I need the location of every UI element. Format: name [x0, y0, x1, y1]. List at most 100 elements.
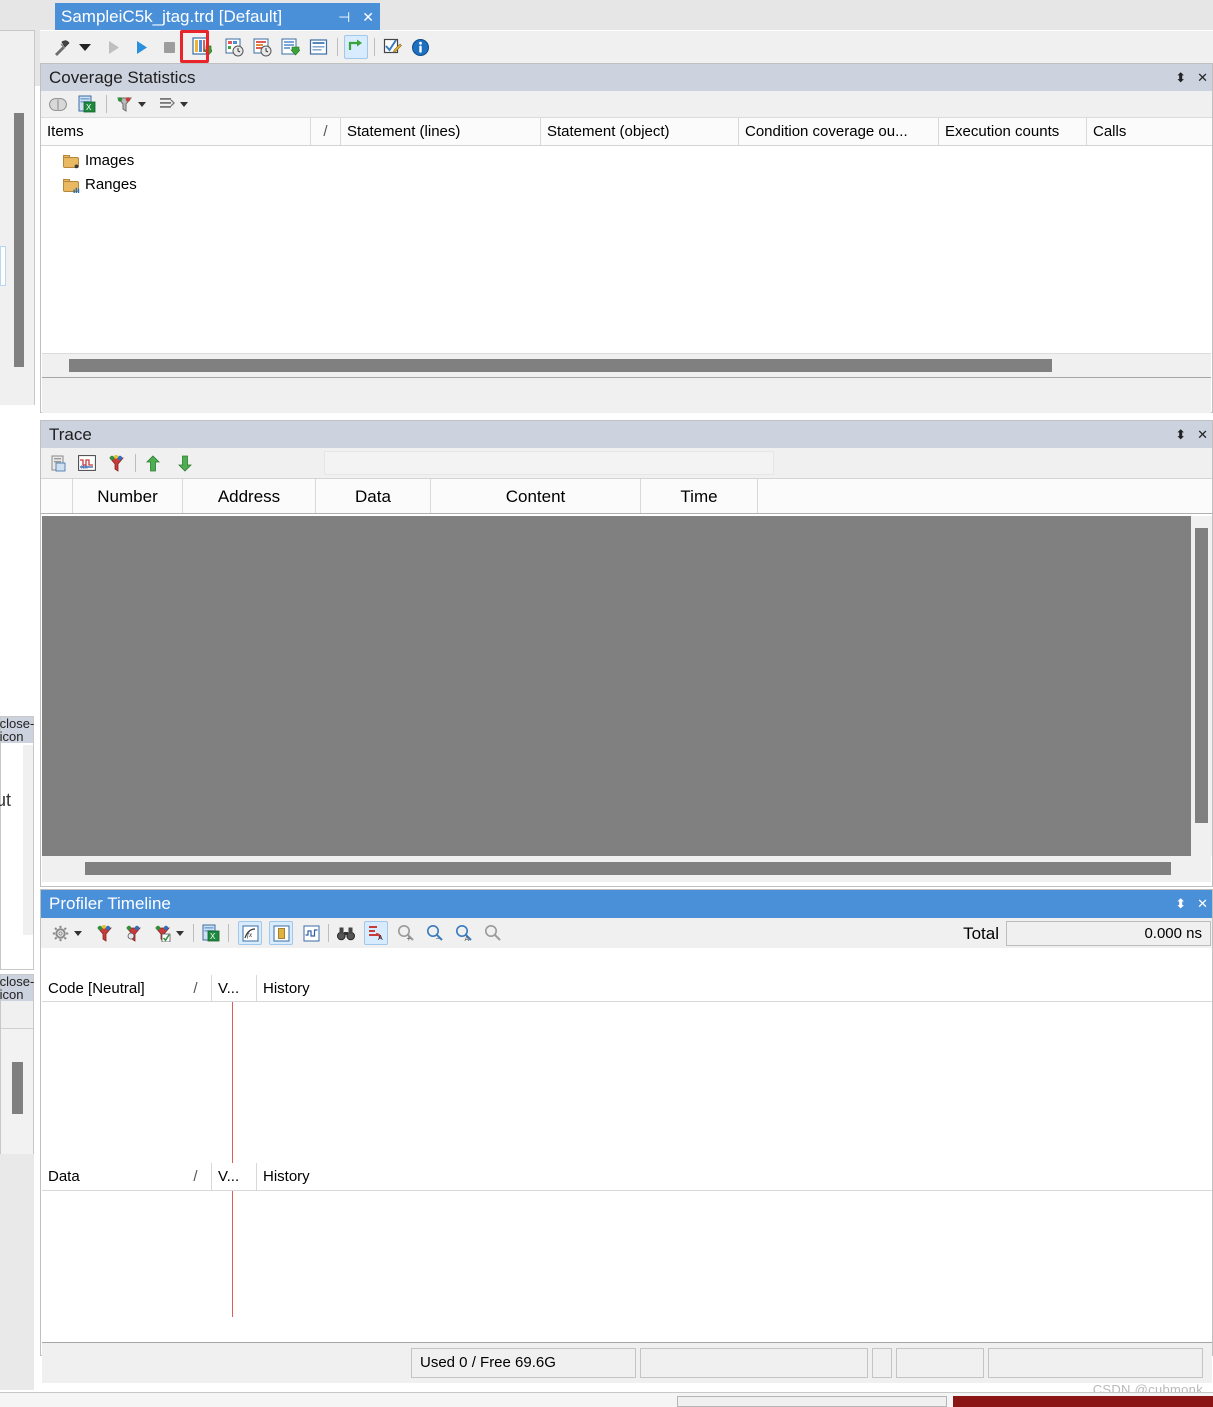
coverage-horizontal-scrollbar[interactable] [42, 353, 1211, 378]
coverage-toggle-icon[interactable] [47, 93, 69, 115]
signal-display-icon[interactable] [300, 922, 322, 944]
code-track-headers: Code [Neutral] / V... History [42, 975, 1212, 1002]
bar-display-icon[interactable] [269, 921, 293, 945]
folder-ranges-icon [63, 178, 80, 193]
profiler-sep-3 [328, 924, 329, 942]
profiler-timeline-panel: Profiler Timeline ⬍ ✕ X fx A + − A Total… [40, 889, 1213, 1383]
profiler-sep-1 [193, 924, 194, 942]
svg-text:X: X [210, 932, 216, 941]
trace-export-icon[interactable] [279, 36, 301, 58]
column-header-value[interactable]: V... [212, 1163, 257, 1190]
filter-icon[interactable] [105, 452, 127, 474]
coverage-scroll-thumb[interactable] [69, 359, 1052, 372]
column-header-time[interactable]: Time [641, 479, 758, 513]
column-header-items[interactable]: Items [41, 118, 311, 145]
column-header-statement-lines[interactable]: Statement (lines) [341, 118, 541, 145]
total-value-field[interactable]: 0.000 ns [1006, 921, 1211, 946]
group-by-dropdown-caret-icon[interactable] [180, 101, 188, 107]
column-header-condition-coverage[interactable]: Condition coverage ou... [739, 118, 939, 145]
timeline-cursor[interactable] [232, 1191, 233, 1317]
filter-icon[interactable] [113, 93, 135, 115]
main-toolbar [40, 31, 1213, 63]
settings-dropdown-caret-icon[interactable] [74, 930, 82, 936]
close-icon[interactable]: ✕ [1197, 428, 1208, 441]
find-all-icon[interactable]: A [364, 921, 388, 945]
column-header-value[interactable]: V... [212, 975, 257, 1001]
memory-status-field: Used 0 / Free 69.6G [411, 1348, 636, 1378]
column-header-execution-counts[interactable]: Execution counts [939, 118, 1087, 145]
function-profiler-icon[interactable] [251, 36, 273, 58]
edit-check-icon[interactable] [381, 36, 403, 58]
zoom-fit-icon[interactable]: A [453, 922, 475, 944]
run-disabled-icon[interactable] [102, 36, 124, 58]
trace-vertical-scrollbar[interactable] [1191, 516, 1212, 856]
svg-text:−: − [436, 934, 441, 942]
column-header-data[interactable]: Data [316, 479, 431, 513]
export-icon[interactable] [47, 452, 69, 474]
panel-menu-icon[interactable]: ⬍ [1175, 897, 1186, 910]
waveform-icon[interactable]: XX [76, 452, 98, 474]
column-header-history[interactable]: History [257, 1163, 457, 1190]
profiler-timeline-icon[interactable] [223, 36, 245, 58]
export-excel-icon[interactable]: X [200, 922, 222, 944]
function-graph-icon[interactable]: fx [238, 921, 262, 945]
filter-red-icon[interactable] [93, 922, 115, 944]
trace-vscroll-thumb[interactable] [1195, 528, 1208, 823]
filter-check-icon[interactable] [151, 922, 173, 944]
panel-title-text: Coverage Statistics [49, 68, 196, 87]
left-panel-c-scroll-thumb[interactable] [12, 1062, 23, 1114]
column-header-number[interactable]: Number [73, 479, 183, 513]
panel-menu-icon[interactable]: ⬍ [1175, 71, 1186, 84]
timeline-cursor[interactable] [232, 1002, 233, 1163]
zoom-out-icon[interactable]: − [424, 922, 446, 944]
close-icon[interactable]: ✕ [1197, 71, 1208, 84]
column-header-address[interactable]: Address [183, 479, 316, 513]
binoculars-icon[interactable] [335, 922, 357, 944]
trace-list-icon[interactable] [307, 36, 329, 58]
panel-menu-icon[interactable]: ⬍ [1175, 428, 1186, 441]
build-dropdown-caret-icon[interactable] [74, 36, 96, 58]
table-row[interactable]: Ranges [41, 173, 1212, 197]
column-header-sort[interactable]: / [180, 975, 212, 1001]
close-icon[interactable]: ✕ [362, 10, 374, 24]
pin-icon[interactable]: ⊣ [338, 10, 350, 24]
export-excel-icon[interactable]: X [76, 93, 98, 115]
close-icon[interactable]: ✕ [1197, 897, 1208, 910]
move-up-icon[interactable] [142, 452, 164, 474]
step-return-icon[interactable] [344, 35, 368, 59]
build-hammer-icon[interactable] [50, 36, 72, 58]
run-icon[interactable] [130, 36, 152, 58]
move-down-icon[interactable] [174, 452, 196, 474]
filter-dropdown-caret-icon[interactable] [138, 101, 146, 107]
group-by-icon[interactable] [155, 93, 177, 115]
column-header-select[interactable] [41, 479, 73, 513]
left-gutter-bottom [0, 1154, 34, 1390]
left-panel-a-scroll-thumb[interactable] [14, 113, 24, 367]
column-header-history[interactable]: History [257, 975, 457, 1001]
document-tab[interactable]: SampleiC5k_jtag.trd [Default] ⊣ ✕ [55, 3, 380, 30]
stop-icon[interactable] [158, 36, 180, 58]
trace-horizontal-scrollbar[interactable] [42, 856, 1211, 882]
column-header-sort[interactable]: / [180, 1163, 212, 1190]
filter-dropdown-caret-icon[interactable] [176, 930, 184, 936]
column-header-code-neutral[interactable]: Code [Neutral] [42, 975, 180, 1001]
close-icon[interactable]: close-icon [0, 717, 34, 743]
column-header-sort[interactable]: / [311, 118, 341, 145]
column-header-statement-object[interactable]: Statement (object) [541, 118, 739, 145]
coverage-column-headers: Items / Statement (lines) Statement (obj… [41, 118, 1212, 146]
tree-row-label: Images [85, 152, 135, 169]
trace-hscroll-thumb[interactable] [85, 862, 1171, 875]
info-icon[interactable] [409, 36, 431, 58]
table-row[interactable]: Images [41, 149, 1212, 173]
filter-time-icon[interactable] [122, 922, 144, 944]
column-header-data[interactable]: Data [42, 1163, 180, 1190]
settings-gear-icon[interactable] [49, 922, 71, 944]
zoom-in-icon[interactable]: + [395, 922, 417, 944]
bottom-strip-field[interactable] [677, 1396, 947, 1407]
trace-search-input[interactable] [324, 451, 774, 475]
zoom-reset-icon[interactable] [482, 922, 504, 944]
column-header-calls[interactable]: Calls [1087, 118, 1212, 145]
column-header-content[interactable]: Content [431, 479, 641, 513]
left-panel-b-scroll-track[interactable] [23, 745, 33, 935]
close-icon[interactable]: close-icon [0, 975, 34, 1001]
